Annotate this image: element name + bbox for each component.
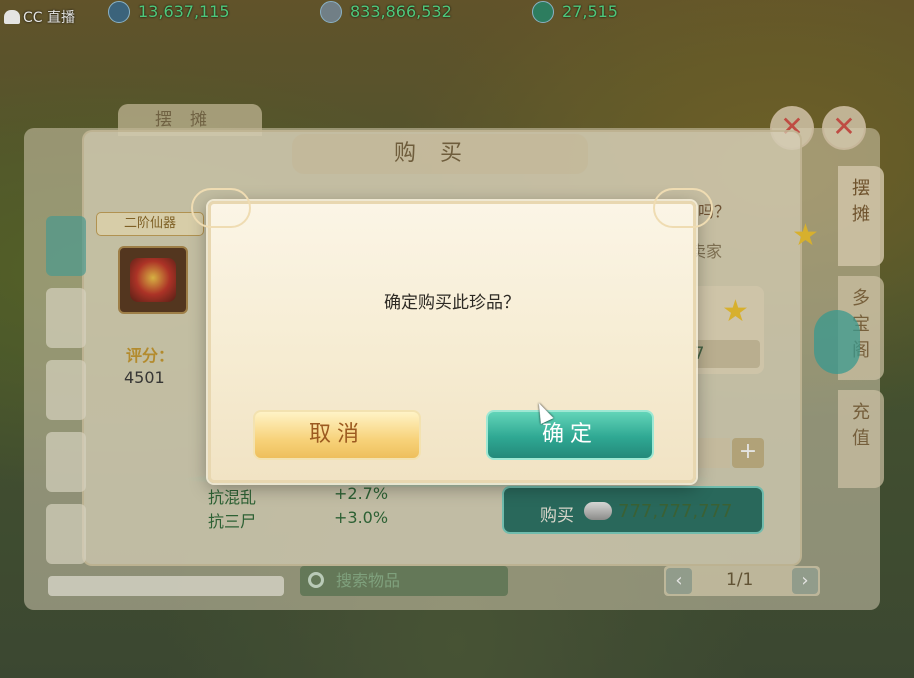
confirm-button[interactable]: 确定 [486,410,654,460]
dialog-ornament [653,188,713,228]
dialog-ornament [191,188,251,228]
confirm-message: 确定购买此珍品？ [384,293,520,313]
confirm-dialog: 确定购买此珍品？ 取消 确定 [191,188,713,483]
cancel-button[interactable]: 取消 [253,410,421,460]
